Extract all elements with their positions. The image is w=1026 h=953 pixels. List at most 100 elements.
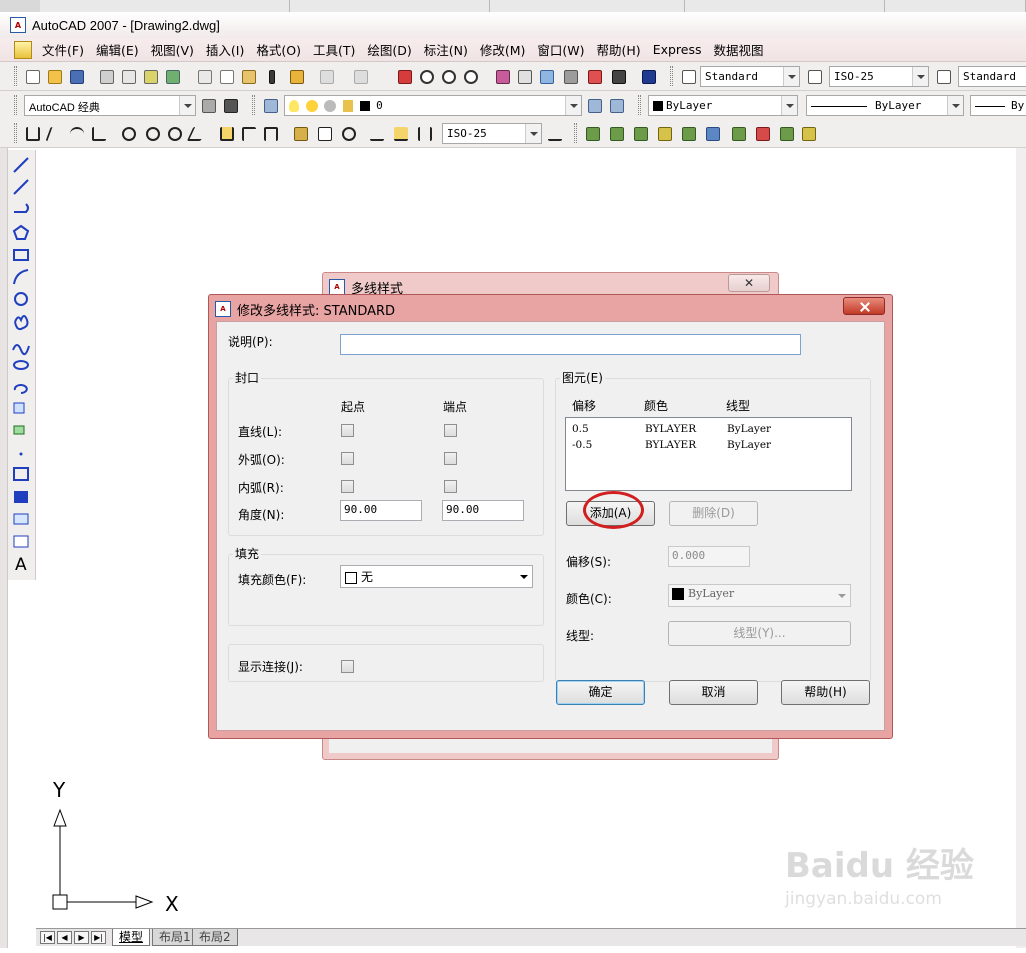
help-button[interactable]: 帮助(H) [781, 680, 870, 705]
dimension-edit-icon[interactable] [368, 125, 386, 143]
lineweight-select[interactable]: By [970, 95, 1026, 116]
continue-icon[interactable] [262, 125, 280, 143]
menu-window[interactable]: 窗口(W) [531, 40, 590, 59]
menu-help[interactable]: 帮助(H) [591, 40, 647, 59]
cap-line-start-checkbox[interactable] [341, 424, 354, 437]
delete-button[interactable]: 删除(D) [669, 501, 758, 526]
element-offset-input[interactable]: 0.000 [668, 546, 750, 567]
color-select[interactable]: ByLayer [648, 95, 798, 116]
menu-insert[interactable]: 插入(I) [200, 40, 250, 59]
linetype-button[interactable]: 线型(Y)... [668, 621, 851, 646]
description-input[interactable] [340, 334, 801, 355]
brush-icon[interactable] [262, 68, 280, 86]
layer-tool-icon-7[interactable] [730, 125, 748, 143]
quick-leader-icon[interactable] [292, 125, 310, 143]
paste-icon[interactable] [240, 68, 258, 86]
save-icon[interactable] [68, 68, 86, 86]
fill-color-select[interactable]: 无 [340, 565, 533, 588]
redo-icon[interactable] [352, 68, 370, 86]
3d-dwf-icon[interactable] [164, 68, 182, 86]
toolbar-grip[interactable] [14, 123, 17, 143]
baseline-icon[interactable] [240, 125, 258, 143]
workspace-select[interactable]: AutoCAD 经典 [24, 95, 196, 116]
ordinate-icon[interactable] [90, 125, 108, 143]
match-properties-icon[interactable] [288, 68, 306, 86]
menu-view[interactable]: 视图(V) [145, 40, 200, 59]
tab-model[interactable]: 模型 [112, 929, 151, 946]
next-tab-icon[interactable]: ▶ [74, 931, 89, 944]
layer-tool-icon-10[interactable] [800, 125, 818, 143]
text-style-icon[interactable] [680, 68, 698, 86]
menu-tools[interactable]: 工具(T) [307, 40, 361, 59]
copy-icon[interactable] [218, 68, 236, 86]
linetype-select[interactable]: ByLayer [806, 95, 964, 116]
angular-icon[interactable] [186, 125, 208, 143]
layer-tool-icon-3[interactable] [632, 125, 650, 143]
undo-icon[interactable] [318, 68, 336, 86]
close-icon[interactable]: ✕ [728, 274, 770, 292]
elements-list[interactable]: 0.5 BYLAYER ByLayer -0.5 BYLAYER ByLayer [565, 417, 852, 491]
cancel-button[interactable]: 取消 [669, 680, 758, 705]
menu-format[interactable]: 格式(O) [250, 40, 307, 59]
layer-tool-icon-6[interactable] [704, 125, 722, 143]
open-file-icon[interactable] [46, 68, 64, 86]
menu-edit[interactable]: 编辑(E) [90, 40, 145, 59]
publish-icon[interactable] [142, 68, 160, 86]
dim-style-select[interactable]: ISO-25 [829, 66, 929, 87]
center-mark-icon[interactable] [340, 125, 358, 143]
list-item[interactable]: -0.5 BYLAYER ByLayer [566, 438, 850, 454]
prev-tab-icon[interactable]: ◀ [57, 931, 72, 944]
zoom-previous-icon[interactable] [462, 68, 480, 86]
menu-data-view[interactable]: 数据视图 [708, 40, 770, 59]
layer-tool-icon-9[interactable] [778, 125, 796, 143]
properties-icon[interactable] [494, 68, 512, 86]
zoom-window-icon[interactable] [440, 68, 458, 86]
show-joints-checkbox[interactable] [341, 660, 354, 673]
table-style-select[interactable]: Standard [958, 66, 1026, 87]
tool-palettes-icon[interactable] [538, 68, 556, 86]
layer-previous-icon[interactable] [608, 97, 626, 115]
dim-style-select-2[interactable]: ISO-25 [442, 123, 542, 144]
jogged-icon[interactable] [144, 125, 162, 143]
menu-modify[interactable]: 修改(M) [474, 40, 532, 59]
print-preview-icon[interactable] [120, 68, 138, 86]
menu-draw[interactable]: 绘图(D) [361, 40, 417, 59]
menu-express[interactable]: Express [647, 42, 708, 57]
zoom-realtime-icon[interactable] [418, 68, 436, 86]
layer-tool-icon-4[interactable] [656, 125, 674, 143]
cap-start-angle-input[interactable]: 90.00 [340, 500, 422, 521]
layer-select[interactable]: 0 [284, 95, 582, 116]
list-item[interactable]: 0.5 BYLAYER ByLayer [566, 422, 850, 438]
make-layer-current-icon[interactable] [586, 97, 604, 115]
close-icon[interactable] [843, 297, 885, 315]
layer-tool-icon-5[interactable] [680, 125, 698, 143]
toolbar-grip[interactable] [14, 95, 17, 115]
markup-icon[interactable] [586, 68, 604, 86]
tolerance-icon[interactable] [316, 125, 334, 143]
save-workspace-icon[interactable] [222, 97, 240, 115]
cap-inner-arc-end-checkbox[interactable] [444, 480, 457, 493]
dimension-update-icon[interactable] [416, 125, 434, 143]
new-file-icon[interactable] [24, 68, 42, 86]
sheet-set-icon[interactable] [562, 68, 580, 86]
linear-dimension-icon[interactable] [24, 125, 42, 143]
dimension-text-edit-icon[interactable] [392, 125, 410, 143]
calculator-icon[interactable] [610, 68, 628, 86]
layer-manager-icon[interactable] [262, 97, 280, 115]
menu-file[interactable]: 文件(F) [36, 40, 90, 59]
layer-tool-icon-1[interactable] [584, 125, 602, 143]
document-icon[interactable] [14, 40, 32, 59]
cap-outer-arc-start-checkbox[interactable] [341, 452, 354, 465]
print-icon[interactable] [98, 68, 116, 86]
ok-button[interactable]: 确定 [556, 680, 645, 705]
table-style-icon[interactable] [935, 68, 953, 86]
dim-style-icon[interactable] [806, 68, 824, 86]
diameter-icon[interactable] [166, 125, 184, 143]
radius-icon[interactable] [120, 125, 138, 143]
tab-layout2[interactable]: 布局2 [192, 929, 238, 946]
aligned-dimension-icon[interactable] [45, 125, 65, 143]
first-tab-icon[interactable]: |◀ [40, 931, 55, 944]
toolbar-grip[interactable] [14, 66, 17, 86]
element-color-select[interactable]: ByLayer [668, 584, 851, 607]
cap-line-end-checkbox[interactable] [444, 424, 457, 437]
